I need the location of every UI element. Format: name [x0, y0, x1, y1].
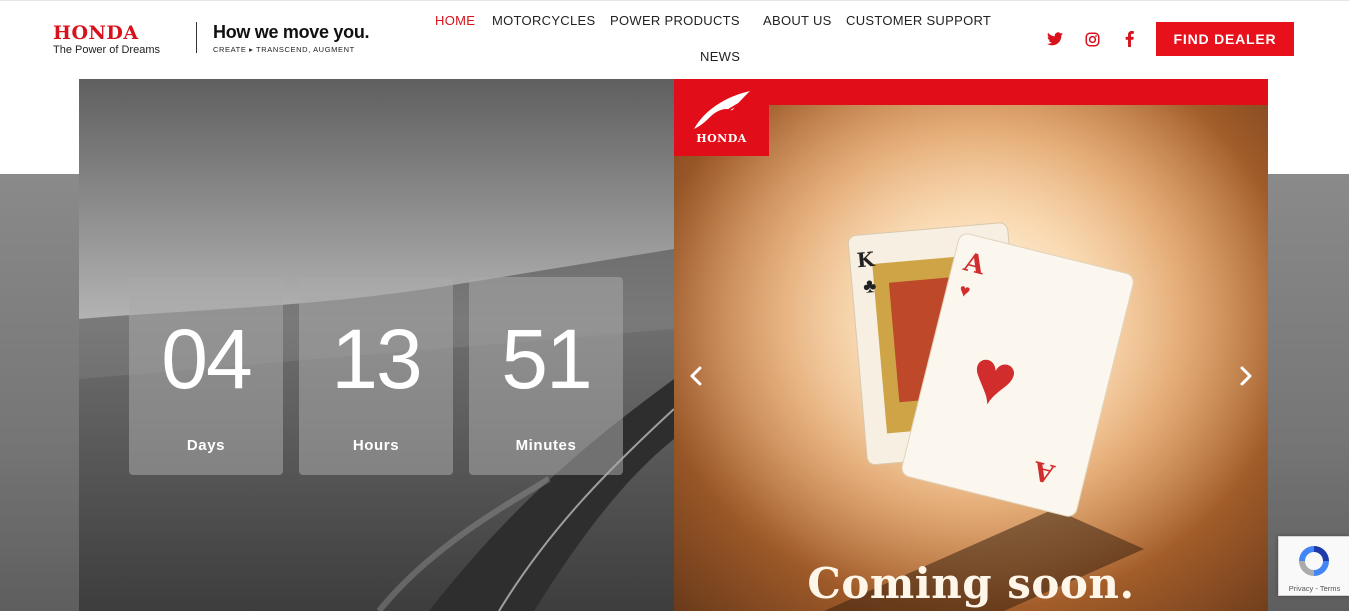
facebook-icon[interactable] [1120, 30, 1138, 48]
recaptcha-links: Privacy - Terms [1288, 584, 1341, 593]
nav-home[interactable]: HOME [435, 13, 475, 28]
site-header: HONDA The Power of Dreams How we move yo… [0, 0, 1349, 79]
recaptcha-badge[interactable]: Privacy - Terms [1278, 536, 1349, 596]
logo-divider [196, 22, 197, 53]
countdown-days-value: 04 [161, 312, 252, 406]
countdown-minutes: 51 Minutes [469, 277, 623, 475]
twitter-icon[interactable] [1046, 30, 1064, 48]
slider-next-arrow[interactable] [1234, 364, 1258, 388]
nav-about-us[interactable]: ABOUT US [763, 13, 832, 28]
recaptcha-icon [1299, 546, 1329, 576]
countdown-hero: 04 Days 13 Hours 51 Minutes [79, 79, 674, 611]
king-card-rank: K [856, 247, 876, 272]
nav-motorcycles[interactable]: MOTORCYCLES [492, 13, 595, 28]
slogan-subtext: CREATE ▸ TRANSCEND, AUGMENT [213, 45, 355, 54]
instagram-icon[interactable] [1083, 30, 1101, 48]
svg-text:♣: ♣ [862, 275, 877, 298]
slogan-text: How we move you. [213, 22, 370, 42]
nav-customer-support[interactable]: CUSTOMER SUPPORT [846, 13, 991, 28]
page: HONDA The Power of Dreams How we move yo… [0, 0, 1349, 611]
badge-text: HONDA [696, 132, 747, 145]
promo-headline: Coming soon. [807, 559, 1135, 608]
header-top-border [0, 0, 1349, 1]
nav-power-products[interactable]: POWER PRODUCTS [610, 13, 740, 28]
nav-news[interactable]: NEWS [700, 49, 740, 64]
countdown-days: 04 Days [129, 277, 283, 475]
countdown-hours-value: 13 [331, 312, 422, 406]
countdown-minutes-label: Minutes [515, 437, 577, 454]
slider-prev-arrow[interactable] [684, 364, 708, 388]
promo-slider: K ♣ A ♥ ♥ A HONDA Coming soon. [674, 79, 1268, 611]
countdown-hours: 13 Hours [299, 277, 453, 475]
playing-cards-image: K ♣ A ♥ ♥ A [674, 79, 1268, 611]
countdown-minutes-value: 51 [501, 312, 592, 406]
honda-logo[interactable]: HONDA The Power of Dreams [53, 22, 160, 57]
find-dealer-button[interactable]: FIND DEALER [1156, 22, 1294, 56]
honda-wing-icon [694, 91, 750, 129]
honda-wing-badge: HONDA [674, 79, 769, 156]
brand-tagline: The Power of Dreams [53, 44, 160, 56]
slogan-block: How we move you. CREATE ▸ TRANSCEND, AUG… [213, 22, 370, 54]
countdown-days-label: Days [186, 437, 226, 454]
countdown-hours-label: Hours [352, 437, 400, 454]
brand-name: HONDA [53, 22, 139, 44]
